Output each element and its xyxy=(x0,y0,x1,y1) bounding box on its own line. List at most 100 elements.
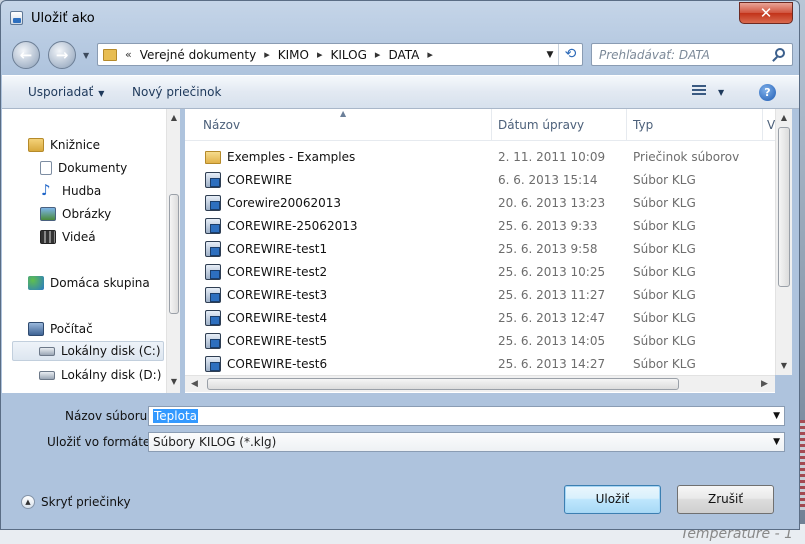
column-name[interactable]: Názov xyxy=(203,118,240,132)
back-button[interactable]: ← xyxy=(12,41,40,69)
sidebar-item-pictures[interactable]: Obrázky xyxy=(40,204,111,224)
file-type: Súbor KLG xyxy=(633,288,696,302)
klg-file-icon xyxy=(205,333,221,349)
column-divider[interactable] xyxy=(491,109,492,141)
sort-ascending-icon: ▲ xyxy=(340,109,347,118)
list-item[interactable]: COREWIRE-test3 25. 6. 2013 11:27 Súbor K… xyxy=(185,284,775,307)
forward-button[interactable]: → xyxy=(48,41,76,69)
breadcrumb-kilog[interactable]: KILOG xyxy=(331,48,367,62)
sidebar-item-disk-c[interactable]: Lokálny disk (C:) xyxy=(12,341,164,361)
new-folder-button[interactable]: Nový priečinok xyxy=(132,85,221,99)
breadcrumb-data[interactable]: DATA xyxy=(388,48,419,62)
file-date: 25. 6. 2013 14:05 xyxy=(498,334,606,348)
breadcrumb-separator-icon[interactable]: ▸ xyxy=(375,48,381,61)
computer-icon xyxy=(28,322,44,336)
sidebar-item-label: Lokálny disk (D:) xyxy=(61,368,162,382)
scroll-up-icon[interactable]: ▲ xyxy=(167,113,181,122)
music-icon xyxy=(40,181,56,199)
folder-icon xyxy=(205,151,221,164)
search-input[interactable]: Prehľadávať: DATA xyxy=(591,43,793,66)
close-button[interactable]: ✕ xyxy=(739,2,793,24)
file-type: Súbor KLG xyxy=(633,334,696,348)
file-name: COREWIRE-test2 xyxy=(227,265,328,279)
organize-button[interactable]: Usporiadať ▼ xyxy=(28,85,104,99)
file-date: 2. 11. 2011 10:09 xyxy=(498,150,606,164)
list-item[interactable]: Corewire20062013 20. 6. 2013 13:23 Súbor… xyxy=(185,192,775,215)
file-date: 25. 6. 2013 10:25 xyxy=(498,265,606,279)
column-date-modified[interactable]: Dátum úpravy xyxy=(498,118,584,132)
breadcrumb-public-documents[interactable]: Verejné dokumenty xyxy=(140,48,256,62)
sidebar-item-label: Videá xyxy=(62,230,96,244)
list-item[interactable]: COREWIRE-test4 25. 6. 2013 12:47 Súbor K… xyxy=(185,307,775,330)
file-date: 25. 6. 2013 12:47 xyxy=(498,311,606,325)
column-type[interactable]: Typ xyxy=(633,118,653,132)
sidebar-item-homegroup[interactable]: Domáca skupina xyxy=(28,273,150,293)
file-type: Súbor KLG xyxy=(633,173,696,187)
file-list-horizontal-scrollbar[interactable]: ◀ ▶ xyxy=(185,375,775,392)
chevron-down-icon[interactable]: ▼ xyxy=(773,407,780,425)
scrollbar-thumb[interactable] xyxy=(169,194,179,314)
sidebar-item-label: Domáca skupina xyxy=(50,276,150,290)
breadcrumb-kimo[interactable]: KIMO xyxy=(278,48,309,62)
address-bar[interactable]: « Verejné dokumenty ▸ KIMO ▸ KILOG ▸ DAT… xyxy=(97,43,583,66)
list-item[interactable]: COREWIRE-test1 25. 6. 2013 9:58 Súbor KL… xyxy=(185,238,775,261)
recent-locations-dropdown[interactable]: ▼ xyxy=(83,51,89,60)
help-icon[interactable]: ? xyxy=(759,84,776,101)
list-item[interactable]: COREWIRE-test6 25. 6. 2013 14:27 Súbor K… xyxy=(185,353,775,376)
breadcrumb-overflow[interactable]: « xyxy=(125,48,132,61)
disk-icon xyxy=(39,370,55,380)
list-item[interactable]: Exemples - Examples 2. 11. 2011 10:09 Pr… xyxy=(185,146,775,169)
sidebar-item-videos[interactable]: Videá xyxy=(40,227,96,247)
klg-file-icon xyxy=(205,310,221,326)
videos-icon xyxy=(40,230,56,244)
chevron-down-icon[interactable]: ▼ xyxy=(773,433,780,451)
file-name: COREWIRE xyxy=(227,173,293,187)
scroll-right-icon[interactable]: ▶ xyxy=(761,379,768,389)
breadcrumb-separator-icon[interactable]: ▸ xyxy=(317,48,323,61)
sidebar-item-disk-d[interactable]: Lokálny disk (D:) xyxy=(39,365,161,385)
scroll-left-icon[interactable]: ◀ xyxy=(191,379,198,389)
sidebar-item-documents[interactable]: Dokumenty xyxy=(40,158,127,178)
list-item[interactable]: COREWIRE-test5 25. 6. 2013 14:05 Súbor K… xyxy=(185,330,775,353)
file-name: COREWIRE-test3 xyxy=(227,288,328,302)
scroll-up-icon[interactable]: ▲ xyxy=(776,113,792,122)
column-size[interactable]: V xyxy=(767,118,775,132)
column-divider[interactable] xyxy=(626,109,627,141)
format-label: Uložiť vo formáte: xyxy=(47,435,155,449)
scroll-down-icon[interactable]: ▼ xyxy=(167,377,181,386)
search-icon[interactable] xyxy=(775,48,785,58)
file-name: Corewire20062013 xyxy=(227,196,342,210)
app-icon xyxy=(10,11,23,25)
file-list-vertical-scrollbar[interactable]: ▲ ▼ xyxy=(775,109,792,375)
list-item[interactable]: COREWIRE 6. 6. 2013 15:14 Súbor KLG xyxy=(185,169,775,192)
library-icon xyxy=(28,138,44,152)
address-dropdown-icon[interactable]: ▼ xyxy=(542,50,558,60)
scrollbar-thumb[interactable] xyxy=(778,127,790,287)
scrollbar-thumb[interactable] xyxy=(207,378,679,390)
sidebar-item-music[interactable]: Hudba xyxy=(40,181,101,201)
file-type: Súbor KLG xyxy=(633,196,696,210)
hide-folders-toggle[interactable]: ▲ Skryť priečinky xyxy=(21,495,131,509)
filename-field[interactable]: Teplota ▼ xyxy=(148,406,785,426)
file-type: Súbor KLG xyxy=(633,219,696,233)
list-item[interactable]: COREWIRE-25062013 25. 6. 2013 9:33 Súbor… xyxy=(185,215,775,238)
sidebar-item-computer[interactable]: Počítač xyxy=(28,319,93,339)
navigation-scrollbar[interactable]: ▲ ▼ xyxy=(166,109,180,393)
sidebar-item-libraries[interactable]: Knižnice xyxy=(28,135,100,155)
cancel-button[interactable]: Zrušiť xyxy=(677,485,774,514)
klg-file-icon xyxy=(205,172,221,188)
scroll-down-icon[interactable]: ▼ xyxy=(776,361,792,370)
klg-file-icon xyxy=(205,287,221,303)
save-button[interactable]: Uložiť xyxy=(564,485,661,514)
save-as-dialog: Uložiť ako ✕ ← → ▼ « Verejné dokumenty ▸… xyxy=(0,0,800,530)
column-divider[interactable] xyxy=(762,109,763,141)
refresh-icon[interactable]: ⟲ xyxy=(558,44,582,65)
file-type: Súbor KLG xyxy=(633,357,696,371)
breadcrumb-separator-icon[interactable]: ▸ xyxy=(427,48,433,61)
search-placeholder: Prehľadávať: DATA xyxy=(599,48,710,62)
breadcrumb-separator-icon[interactable]: ▸ xyxy=(264,48,270,61)
view-options-icon[interactable] xyxy=(692,85,706,97)
view-dropdown-icon[interactable]: ▼ xyxy=(718,88,724,97)
list-item[interactable]: COREWIRE-test2 25. 6. 2013 10:25 Súbor K… xyxy=(185,261,775,284)
file-type-select[interactable]: Súbory KILOG (*.klg) ▼ xyxy=(148,432,785,452)
